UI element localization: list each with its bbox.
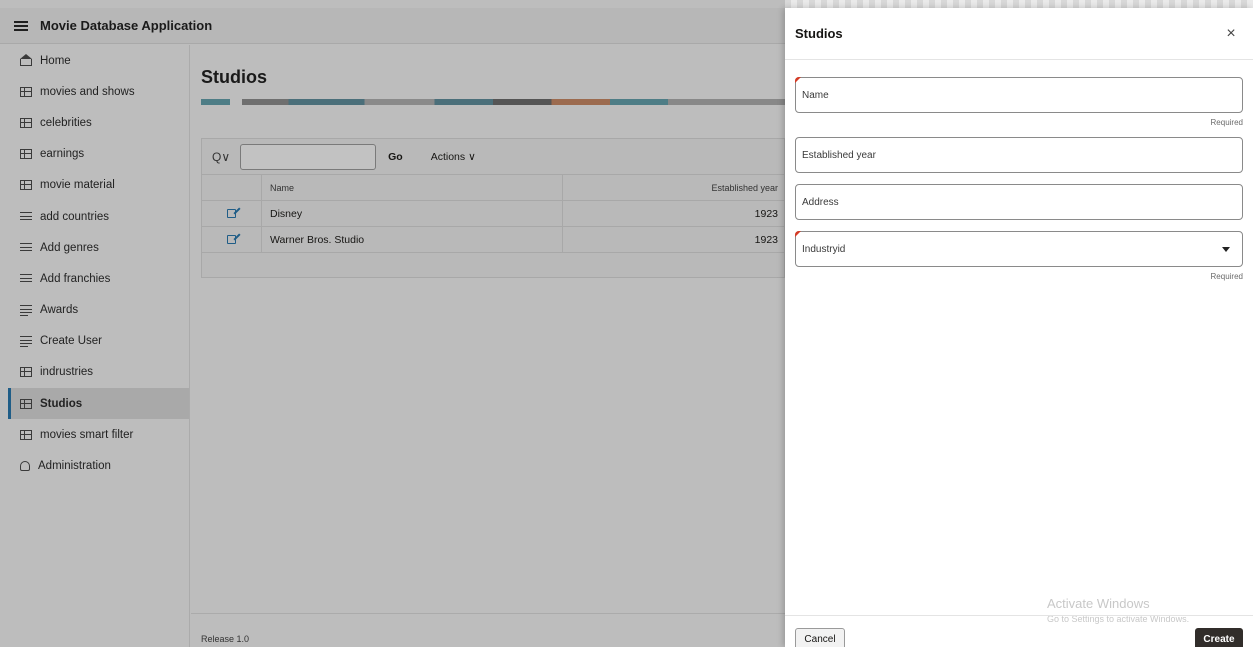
main-content: Studios Q∨ Go Actions ∨ Name Established… bbox=[191, 45, 785, 647]
grid-icon bbox=[20, 367, 32, 378]
form-icon bbox=[20, 305, 32, 316]
app-header: Movie Database Application bbox=[0, 8, 785, 44]
smart-filter-icon bbox=[20, 429, 32, 440]
sidebar-item-label: indrustries bbox=[40, 366, 94, 379]
edit-column-header bbox=[202, 175, 262, 200]
sidebar-item-label: Administration bbox=[38, 460, 111, 473]
sidebar-item-administration[interactable]: Administration bbox=[8, 450, 189, 481]
drawer-footer: Cancel Create bbox=[785, 615, 1253, 647]
address-label: Address bbox=[802, 196, 839, 208]
page-title: Studios bbox=[201, 67, 267, 87]
industryid-select[interactable]: Industryid bbox=[795, 231, 1243, 267]
grid-icon bbox=[20, 180, 32, 191]
app-background: Movie Database Application Home movies a… bbox=[0, 0, 785, 647]
sidebar-item-label: movies smart filter bbox=[40, 428, 134, 441]
sidebar-item-movies-smart-filter[interactable]: movies smart filter bbox=[8, 419, 189, 450]
release-label: Release 1.0 bbox=[201, 634, 250, 644]
cell-name: Warner Bros. Studio bbox=[262, 227, 563, 252]
name-field-label: Name bbox=[802, 89, 829, 101]
table-row: Disney 1923 bbox=[202, 201, 784, 227]
sidebar-item-movies-and-shows[interactable]: movies and shows bbox=[8, 76, 189, 107]
name-required-hint: Required bbox=[1210, 118, 1243, 127]
form-icon bbox=[20, 211, 32, 222]
home-icon bbox=[20, 53, 32, 66]
go-button[interactable]: Go bbox=[388, 151, 403, 163]
grid-icon bbox=[20, 117, 32, 128]
create-button[interactable]: Create bbox=[1195, 628, 1243, 647]
edit-icon[interactable] bbox=[227, 209, 236, 218]
sidebar: Home movies and shows celebrities earnin… bbox=[8, 45, 190, 647]
sidebar-item-label: Add genres bbox=[40, 241, 99, 254]
drawer-top-pattern bbox=[785, 0, 1253, 8]
grid-icon bbox=[20, 398, 32, 409]
close-icon[interactable]: × bbox=[1221, 24, 1241, 44]
sidebar-item-earnings[interactable]: earnings bbox=[8, 139, 189, 170]
sidebar-item-label: Home bbox=[40, 54, 71, 67]
sidebar-item-studios[interactable]: Studios bbox=[8, 388, 189, 420]
sidebar-item-create-user[interactable]: Create User bbox=[8, 326, 189, 357]
table-row: Warner Bros. Studio 1923 bbox=[202, 227, 784, 253]
sidebar-item-add-countries[interactable]: add countries bbox=[8, 201, 189, 232]
cell-name: Disney bbox=[262, 201, 563, 226]
table-header: Name Established year bbox=[202, 175, 784, 201]
form-icon bbox=[20, 273, 32, 284]
industryid-label: Industryid bbox=[802, 243, 846, 255]
sidebar-item-movie-material[interactable]: movie material bbox=[8, 170, 189, 201]
interactive-report: Q∨ Go Actions ∨ Name Established year Di… bbox=[201, 138, 785, 278]
grid-icon bbox=[20, 86, 32, 97]
decorative-banner bbox=[201, 99, 785, 105]
sidebar-item-label: Create User bbox=[40, 335, 102, 348]
column-header-name[interactable]: Name bbox=[262, 175, 563, 200]
sidebar-item-indrustries[interactable]: indrustries bbox=[8, 357, 189, 388]
footer-divider bbox=[191, 613, 785, 614]
edit-icon[interactable] bbox=[227, 235, 236, 244]
studios-drawer-dialog: Studios × Name Required Established year… bbox=[785, 8, 1253, 647]
sidebar-item-label: Add franchies bbox=[40, 272, 111, 285]
sidebar-item-label: Awards bbox=[40, 304, 79, 317]
cell-year: 1923 bbox=[754, 207, 778, 220]
sidebar-item-label: movies and shows bbox=[40, 85, 135, 98]
sidebar-item-label: movie material bbox=[40, 179, 115, 192]
form-icon bbox=[20, 242, 32, 253]
admin-icon bbox=[20, 461, 30, 472]
sidebar-item-label: Studios bbox=[40, 397, 83, 410]
column-header-established-year[interactable]: Established year bbox=[563, 175, 784, 200]
chevron-down-icon[interactable] bbox=[1222, 247, 1230, 252]
sidebar-item-add-genres[interactable]: Add genres bbox=[8, 232, 189, 263]
sidebar-item-celebrities[interactable]: celebrities bbox=[8, 107, 189, 138]
drawer-header: Studios × bbox=[785, 8, 1253, 60]
hamburger-menu-icon[interactable] bbox=[14, 20, 28, 31]
name-field[interactable]: Name bbox=[795, 77, 1243, 113]
sidebar-item-label: add countries bbox=[40, 210, 110, 223]
drawer-title: Studios bbox=[795, 26, 843, 41]
form-icon bbox=[20, 336, 32, 347]
sidebar-item-label: earnings bbox=[40, 148, 85, 161]
report-toolbar: Q∨ Go Actions ∨ bbox=[202, 139, 784, 175]
established-year-field[interactable]: Established year bbox=[795, 137, 1243, 173]
cancel-button[interactable]: Cancel bbox=[795, 628, 845, 647]
search-input[interactable] bbox=[240, 143, 377, 170]
app-title: Movie Database Application bbox=[40, 18, 213, 33]
sidebar-item-awards[interactable]: Awards bbox=[8, 295, 189, 326]
watermark-title: Activate Windows bbox=[1047, 596, 1150, 611]
sidebar-item-label: celebrities bbox=[40, 116, 92, 129]
established-year-label: Established year bbox=[802, 149, 876, 161]
sidebar-item-home[interactable]: Home bbox=[8, 45, 189, 76]
address-field[interactable]: Address bbox=[795, 184, 1243, 220]
cell-year: 1923 bbox=[754, 233, 778, 246]
actions-menu-button[interactable]: Actions ∨ bbox=[431, 151, 476, 163]
industryid-required-hint: Required bbox=[1210, 272, 1243, 281]
search-column-icon[interactable]: Q∨ bbox=[212, 150, 230, 164]
sidebar-item-add-franchies[interactable]: Add franchies bbox=[8, 263, 189, 294]
grid-icon bbox=[20, 149, 32, 160]
